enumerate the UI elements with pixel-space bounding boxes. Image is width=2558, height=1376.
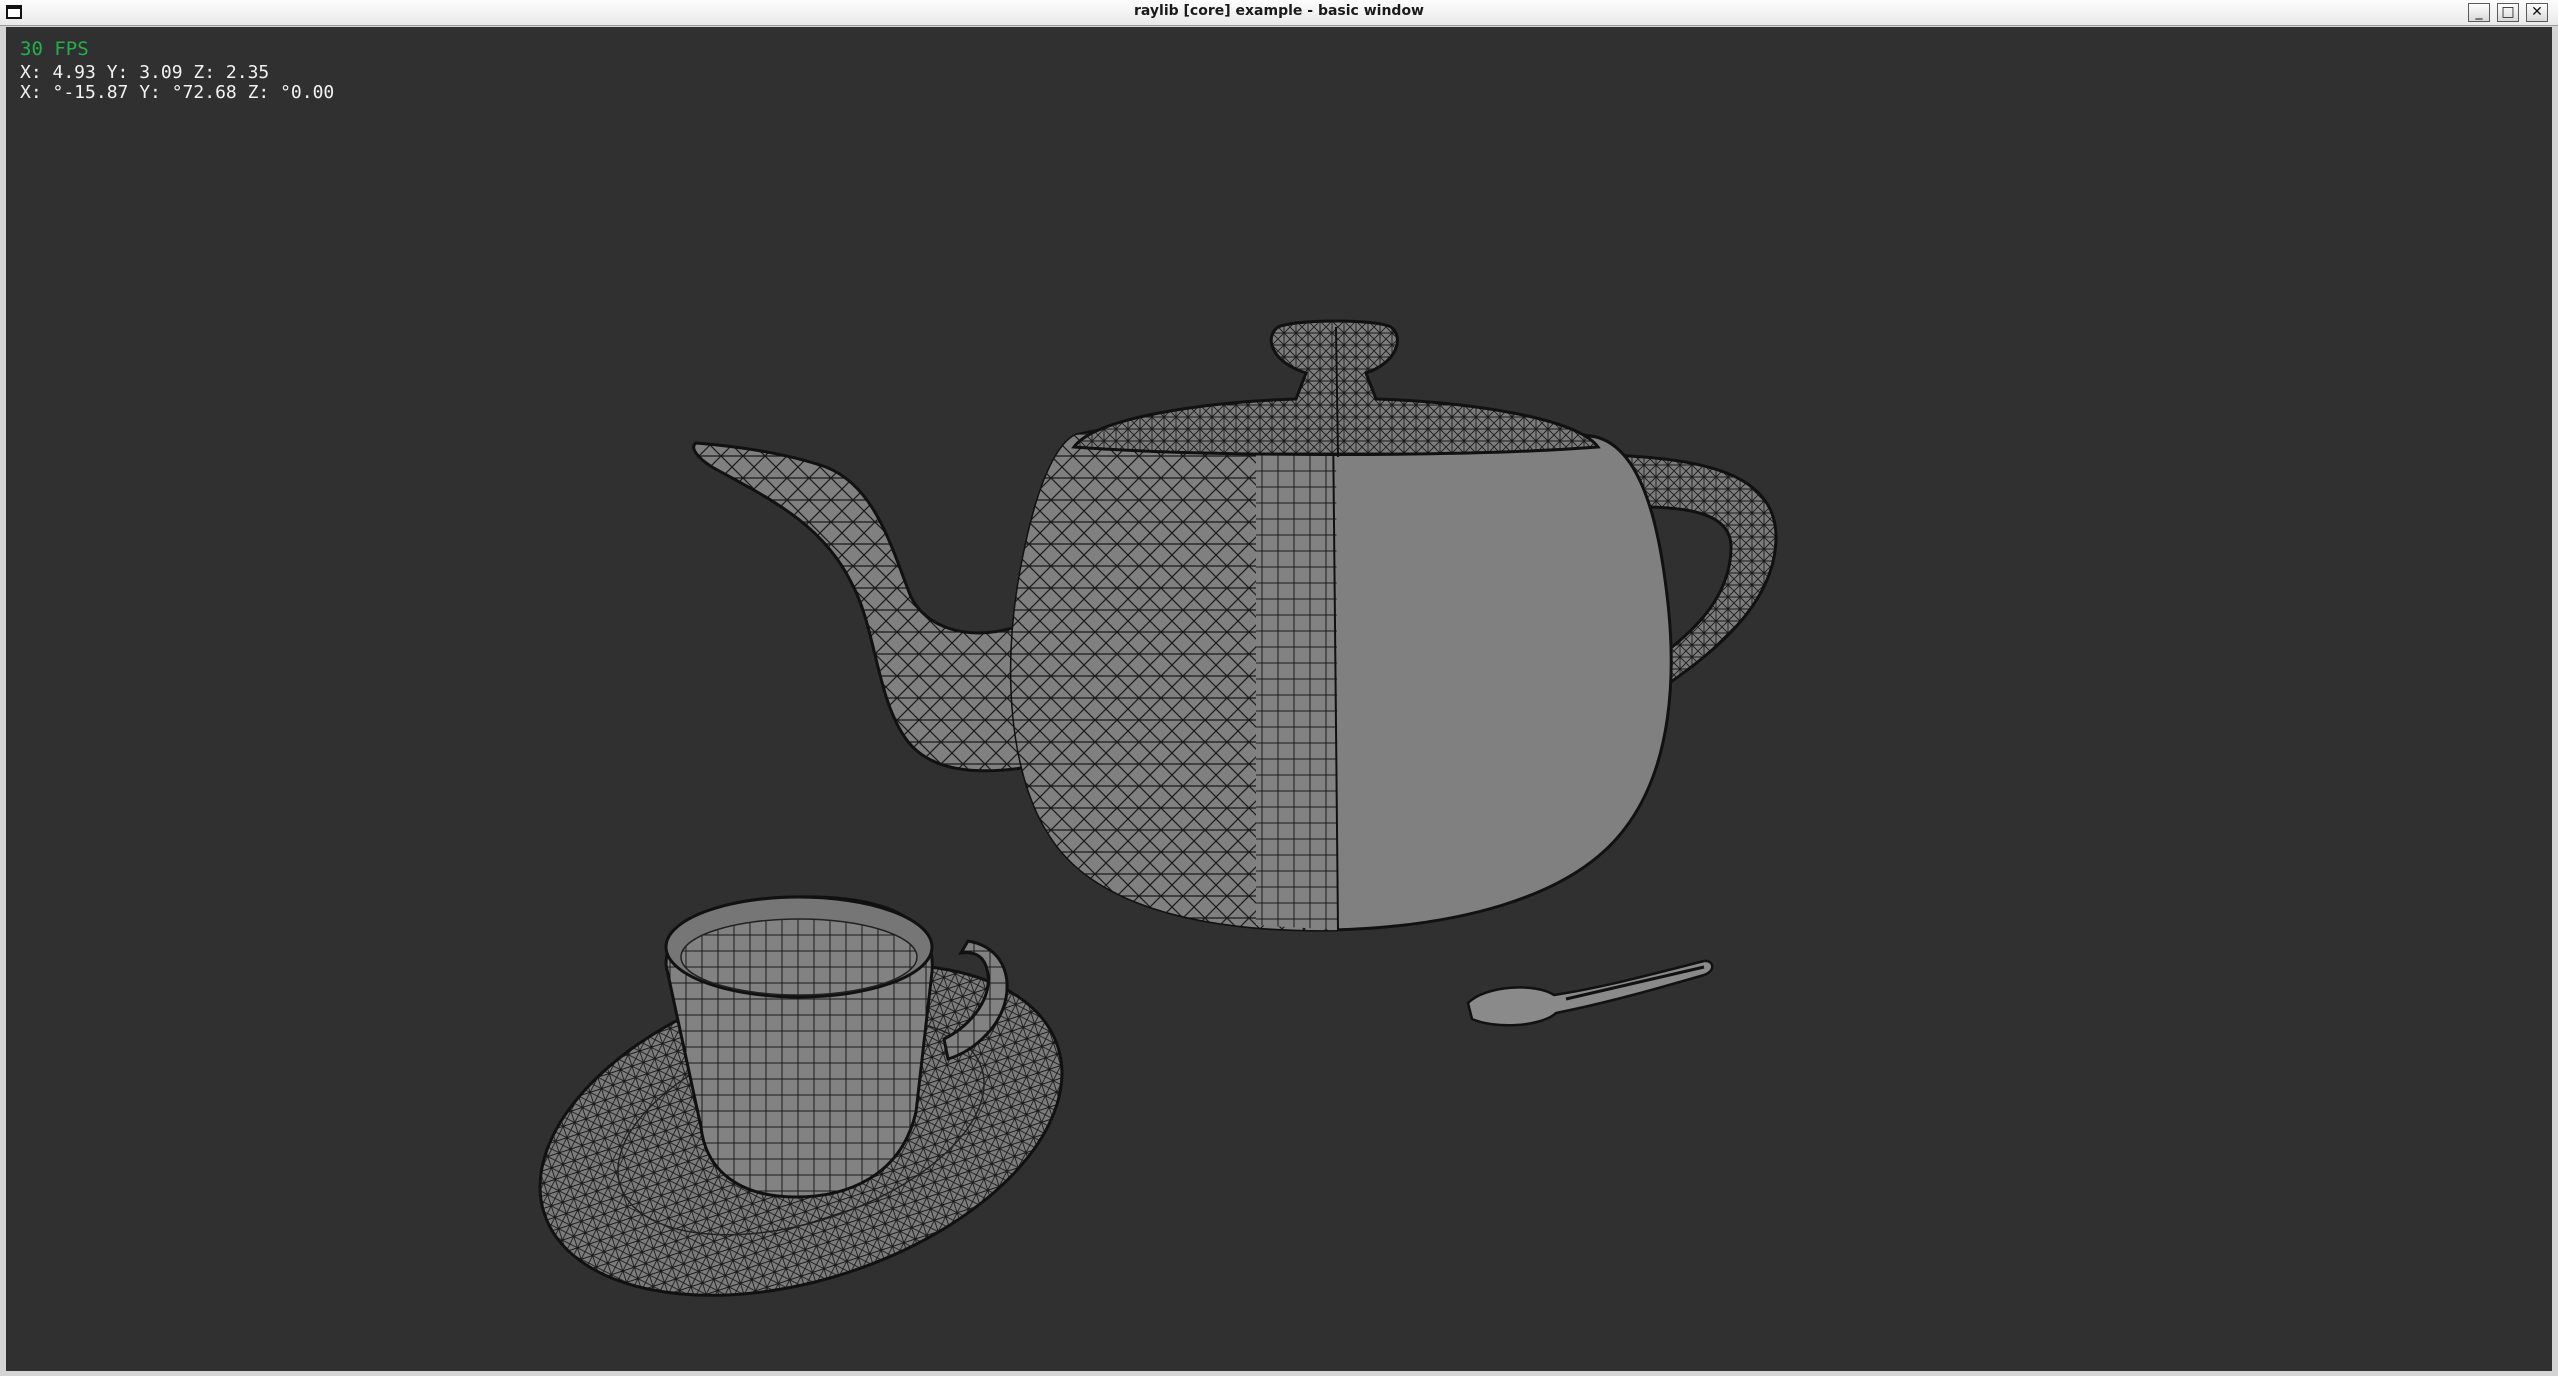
close-button[interactable]: ✕: [2526, 3, 2548, 22]
fps-counter: 30 FPS: [20, 38, 89, 60]
camera-position-readout: X: 4.93 Y: 3.09 Z: 2.35: [20, 62, 270, 83]
teapot-lid: [1071, 319, 1601, 458]
teapot-body: [1009, 417, 1673, 932]
minimize-button[interactable]: _: [2468, 3, 2490, 22]
render-viewport[interactable]: 30 FPS X: 4.93 Y: 3.09 Z: 2.35 X: °-15.8…: [6, 27, 2552, 1371]
spoon-model: [1466, 959, 1714, 1027]
maximize-button[interactable]: □: [2497, 3, 2519, 22]
camera-rotation-readout: X: °-15.87 Y: °72.68 Z: °0.00: [20, 82, 335, 103]
3d-scene: [538, 319, 1778, 1297]
window-title: raylib [core] example - basic window: [1133, 3, 1424, 19]
teapot-spout: [692, 441, 1030, 773]
window-titlebar[interactable]: raylib [core] example - basic window _ □…: [0, 0, 2558, 26]
